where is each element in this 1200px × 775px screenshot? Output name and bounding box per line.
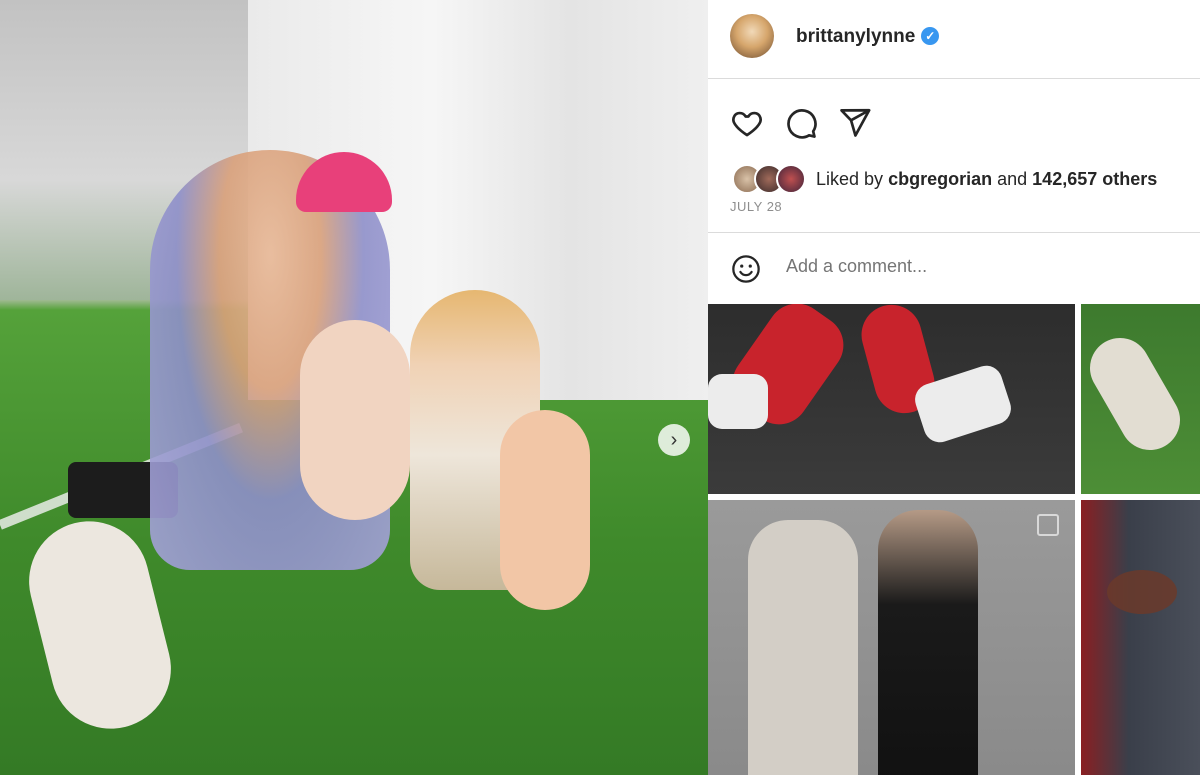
emoji-button[interactable]: [730, 253, 762, 290]
thumbnail-detail: [878, 510, 978, 775]
comment-input[interactable]: [784, 255, 1168, 278]
chevron-right-icon: ›: [670, 429, 678, 451]
post-date[interactable]: JULY 28: [730, 199, 782, 214]
likes-prefix: Liked by: [816, 168, 884, 189]
share-button[interactable]: [838, 106, 872, 140]
username-text[interactable]: brittanylynne: [796, 26, 915, 47]
avatar[interactable]: [730, 14, 774, 58]
grid-post-thumbnail[interactable]: [1081, 304, 1200, 494]
next-photo-button[interactable]: ›: [658, 424, 690, 456]
likes-text: Liked by cbgregorian and 142,657 others: [816, 169, 1157, 190]
carousel-indicator-icon: [1037, 514, 1059, 536]
likes-count-link[interactable]: 142,657 others: [1032, 169, 1157, 189]
grid-post-thumbnail[interactable]: [708, 304, 1075, 494]
photo-baby: [300, 320, 410, 520]
emoji-icon: [732, 255, 760, 283]
photo-doll: [500, 410, 590, 610]
post-photo[interactable]: ›: [0, 0, 708, 775]
more-posts-grid: [708, 304, 1200, 775]
grid-post-thumbnail[interactable]: [1081, 500, 1200, 775]
like-button[interactable]: [730, 106, 764, 140]
liker-avatar: [776, 164, 806, 194]
comment-button[interactable]: [784, 106, 818, 140]
thumbnail-detail: [1081, 327, 1191, 461]
action-bar: [730, 106, 872, 140]
grid-post-thumbnail[interactable]: [708, 500, 1075, 775]
comment-bar: [708, 232, 1200, 305]
send-icon: [840, 108, 871, 137]
comment-icon: [787, 109, 817, 139]
username-link[interactable]: brittanylynne ✓: [796, 26, 940, 48]
thumbnail-detail: [708, 374, 768, 429]
heart-icon: [732, 111, 762, 137]
likes-and: and: [997, 168, 1028, 189]
thumbnail-detail: [1107, 570, 1177, 614]
post-header: brittanylynne ✓: [708, 0, 1200, 79]
verified-badge-icon: ✓: [921, 27, 940, 45]
thumbnail-detail: [748, 520, 858, 775]
liker-username-link[interactable]: cbgregorian: [888, 169, 992, 189]
likes-summary: Liked by cbgregorian and 142,657 others: [732, 164, 1157, 194]
post-side-panel: brittanylynne ✓ Liked by cbgregorian and: [708, 0, 1200, 775]
